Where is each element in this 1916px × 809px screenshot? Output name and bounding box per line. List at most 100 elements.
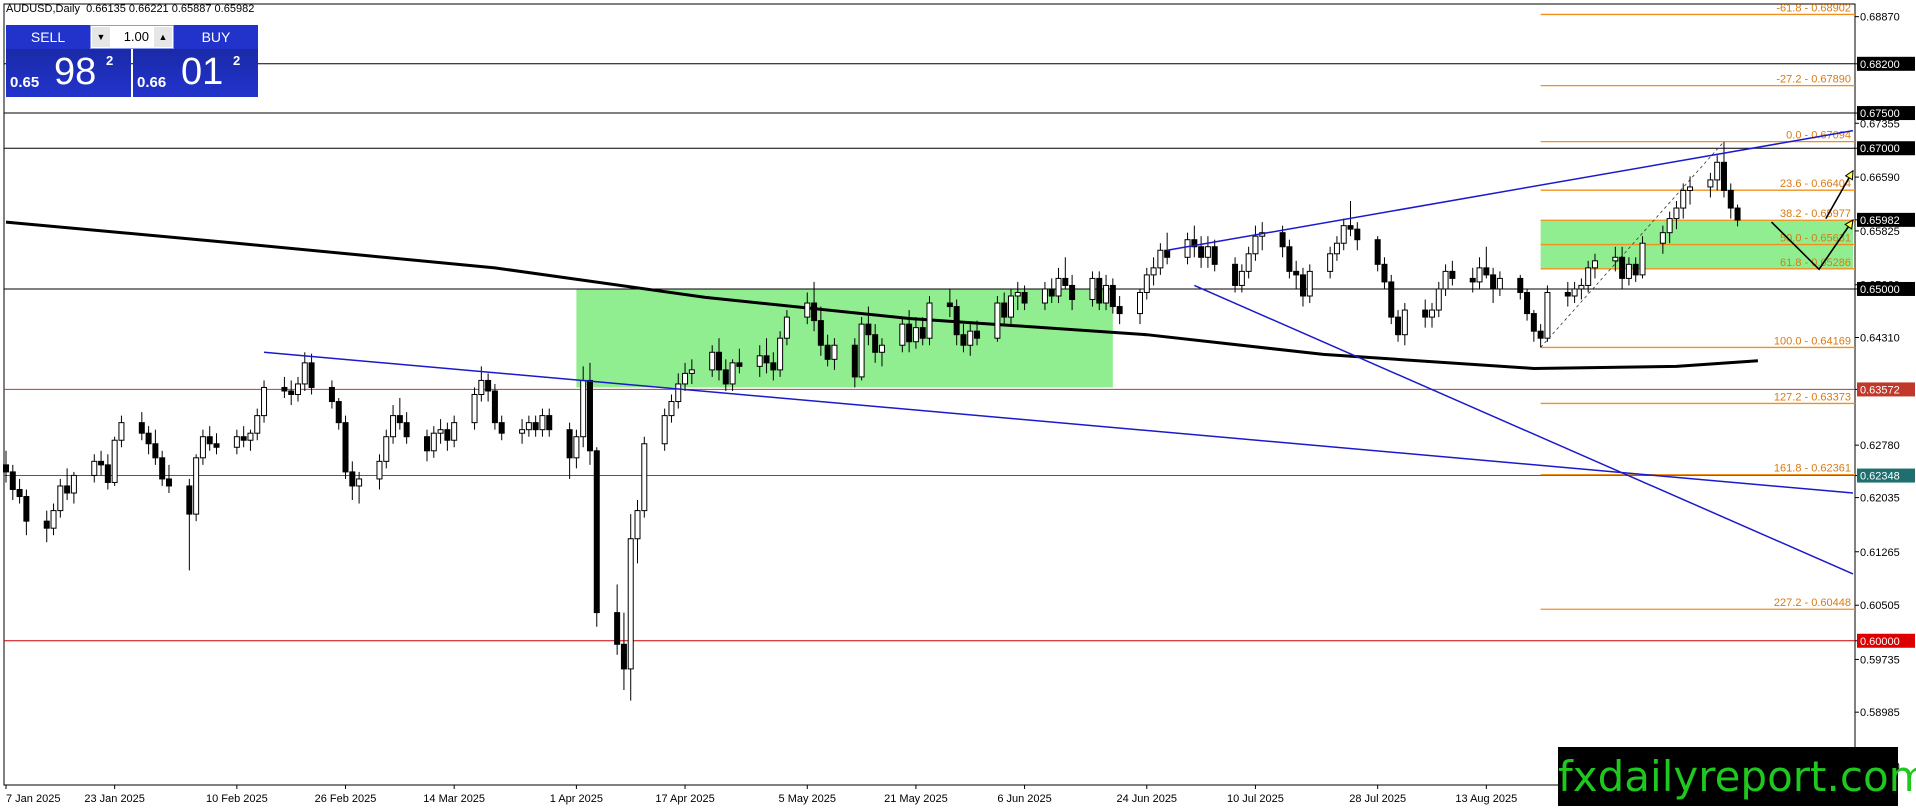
candle-body-144 (1374, 239, 1381, 265)
candle-body-116 (1103, 284, 1110, 304)
price-label-19: 0.58985 (1860, 707, 1900, 719)
candle-body-175 (1666, 218, 1673, 234)
buy-button[interactable]: BUY (174, 25, 258, 49)
fib-label-3: 23.6 - 0.66404 (1780, 178, 1851, 190)
candle-body-121 (1150, 267, 1157, 276)
candle-body-159 (1517, 277, 1524, 293)
sell-price-prefix: 0.65 (10, 74, 40, 91)
fib-label-6: 61.8 - 0.65286 (1780, 257, 1851, 269)
buy-price-prefix: 0.66 (137, 74, 167, 91)
candle-body-12 (111, 439, 118, 483)
candle-body-142 (1347, 225, 1354, 230)
sell-button[interactable]: SELL (6, 25, 90, 49)
candle-body-140 (1333, 242, 1340, 255)
candle-body-59 (566, 429, 573, 459)
candle-body-183 (1734, 207, 1741, 221)
fib-label-2: 0.0 - 0.67094 (1786, 130, 1851, 142)
candle-body-64 (614, 612, 621, 645)
buy-price-pips: 01 (181, 51, 224, 93)
candle-body-90 (858, 323, 865, 378)
date-label-13: 13 Aug 2025 (1455, 793, 1517, 805)
date-label-2: 10 Feb 2025 (206, 793, 268, 805)
candle-body-96 (912, 327, 919, 343)
candle-body-167 (1585, 267, 1592, 286)
candle-body-152 (1442, 270, 1449, 290)
candle-body-102 (967, 330, 974, 346)
candle-body-120 (1143, 274, 1150, 293)
price-label-11: 0.63572 (1860, 384, 1900, 396)
candle-body-105 (1001, 302, 1008, 318)
lot-size-field[interactable]: ▼ 1.00 ▲ (90, 25, 174, 49)
candle-body-28 (261, 386, 268, 417)
lot-decrease-icon[interactable]: ▼ (92, 27, 110, 47)
candle-body-114 (1089, 277, 1096, 301)
candle-body-86 (817, 320, 824, 346)
candle-body-76 (722, 369, 729, 385)
candle-body-173 (1639, 242, 1646, 276)
lot-size-value[interactable]: 1.00 (111, 26, 153, 48)
fib-label-0: -61.8 - 0.68902 (1776, 2, 1851, 14)
candle-body-143 (1354, 228, 1361, 241)
candle-body-70 (668, 401, 675, 417)
candle-body-79 (756, 355, 763, 367)
price-label-10: 0.64310 (1860, 333, 1900, 345)
candle-body-66 (627, 538, 634, 670)
candle-body-150 (1428, 309, 1435, 318)
fib-label-8: 127.2 - 0.63373 (1774, 391, 1851, 403)
candle-body-6 (57, 485, 64, 512)
candle-body-2 (16, 488, 23, 498)
candle-body-29 (281, 386, 288, 392)
candle-body-54 (519, 429, 526, 434)
date-label-11: 10 Jul 2025 (1227, 793, 1284, 805)
candle-body-92 (872, 334, 879, 353)
candle-body-72 (682, 372, 689, 385)
sell-price-fraction: 2 (106, 53, 114, 68)
candle-body-146 (1388, 281, 1395, 318)
candle-body-180 (1714, 161, 1721, 181)
date-label-1: 23 Jan 2025 (84, 793, 145, 805)
candle-body-33 (308, 362, 315, 388)
fib-label-1: -27.2 - 0.67890 (1776, 74, 1851, 86)
candle-body-55 (525, 422, 532, 431)
buy-price-quote[interactable]: 0.66 01 2 (133, 49, 258, 97)
candle-body-94 (899, 323, 906, 346)
candle-body-61 (580, 379, 587, 438)
price-label-17: 0.60000 (1860, 636, 1900, 648)
price-label-12: 0.62780 (1860, 440, 1900, 452)
candle-body-141 (1340, 225, 1347, 244)
candle-body-126 (1198, 246, 1205, 258)
date-label-7: 5 May 2025 (779, 793, 836, 805)
candle-body-69 (661, 415, 668, 445)
candle-body-128 (1211, 246, 1218, 265)
candle-body-91 (865, 323, 872, 336)
price-chart[interactable]: -61.8 - 0.68902 -27.2 - 0.67890 0.0 - 0.67… (0, 0, 1916, 809)
candle-body-53 (498, 422, 505, 434)
candle-body-62 (586, 379, 593, 452)
candle-body-34 (328, 386, 335, 403)
candle-body-134 (1279, 232, 1286, 248)
candle-body-14 (138, 422, 145, 434)
candle-body-165 (1571, 288, 1578, 297)
candle-body-178 (1687, 186, 1694, 191)
candle-body-147 (1395, 316, 1402, 336)
fib-label-4: 38.2 - 0.65977 (1780, 208, 1851, 220)
candle-body-148 (1401, 309, 1408, 336)
candle-body-51 (485, 379, 492, 392)
candle-body-30 (288, 390, 295, 396)
sell-price-quote[interactable]: 0.65 98 2 (6, 49, 131, 97)
candle-body-118 (1116, 306, 1123, 315)
candle-body-44 (424, 436, 431, 452)
lot-increase-icon[interactable]: ▲ (154, 27, 172, 47)
date-label-0: 7 Jan 2025 (6, 793, 60, 805)
candle-body-107 (1014, 291, 1021, 297)
price-label-15: 0.61265 (1860, 547, 1900, 559)
candle-body-7 (64, 485, 71, 494)
price-label-13: 0.62348 (1860, 471, 1900, 483)
candle-body-130 (1238, 270, 1245, 286)
date-label-4: 14 Mar 2025 (423, 793, 485, 805)
candle-body-176 (1673, 207, 1680, 220)
candle-body-45 (430, 432, 437, 452)
candle-body-137 (1299, 274, 1306, 297)
candle-body-182 (1727, 189, 1734, 209)
candle-body-117 (1109, 284, 1116, 308)
